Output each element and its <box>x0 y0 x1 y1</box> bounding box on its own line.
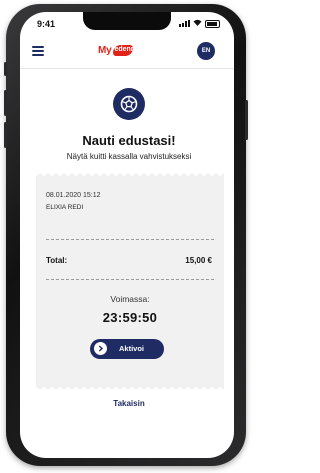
receipt-date: 08.01.2020 15:12 <box>46 192 101 199</box>
page-subtitle: Näytä kuitti kassalla vahvistukseksi <box>66 152 192 161</box>
status-icons <box>179 19 220 28</box>
wifi-icon <box>193 19 202 28</box>
language-button[interactable]: EN <box>197 42 215 60</box>
power-button <box>245 100 248 140</box>
receipt-divider <box>46 239 214 240</box>
receipt-edge-top <box>36 173 224 177</box>
app-header: My edenred EN <box>20 34 234 69</box>
back-link[interactable]: Takaisin <box>20 399 234 408</box>
chevron-right-icon <box>94 342 107 355</box>
status-time: 9:41 <box>37 19 56 29</box>
hamburger-menu-icon[interactable] <box>32 46 44 56</box>
activate-button[interactable]: Aktivoi <box>90 339 164 359</box>
signal-icon <box>179 20 190 27</box>
receipt-edge-bottom <box>36 386 224 390</box>
activate-label: Aktivoi <box>119 344 145 353</box>
notch <box>83 12 171 30</box>
logo-text-my: My <box>98 44 112 56</box>
receipt-card: 08.01.2020 15:12 ELIXIA REDI Total: 15,0… <box>36 173 224 390</box>
receipt-store: ELIXIA REDI <box>46 204 84 211</box>
mute-switch <box>4 62 7 76</box>
valid-label: Voimassa: <box>110 294 150 304</box>
total-value: 15,00 € <box>185 256 212 265</box>
page-title: Nauti edustasi! <box>82 133 176 148</box>
battery-icon <box>205 19 220 28</box>
countdown-timer: 23:59:50 <box>102 310 158 325</box>
receipt-divider <box>46 279 214 280</box>
logo-swoosh: edenred <box>112 44 142 56</box>
volume-up-button <box>4 90 7 116</box>
soccer-ball-icon <box>113 88 145 120</box>
phone-frame: 9:41 My edenred EN Nauti edustasi! Näytä… <box>4 4 248 466</box>
total-label: Total: <box>46 256 68 265</box>
logo-text-edenred: edenred <box>114 45 142 53</box>
myedenred-logo: My edenred <box>98 42 142 58</box>
phone-screen: 9:41 My edenred EN Nauti edustasi! Näytä… <box>20 12 234 458</box>
volume-down-button <box>4 122 7 148</box>
